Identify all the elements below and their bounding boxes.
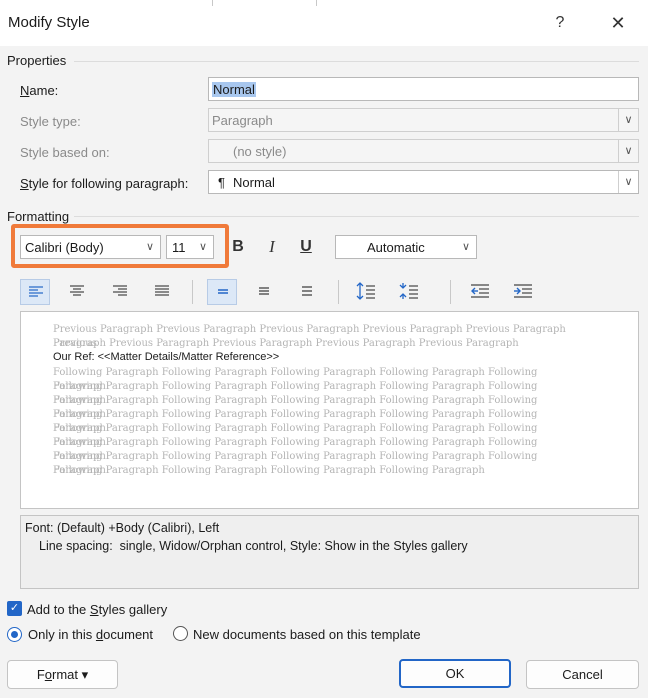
style-following-label: Style for following paragraph:	[20, 176, 189, 191]
description-line-1: Font: (Default) +Body (Calibri), Left	[25, 521, 220, 535]
help-button[interactable]: ?	[548, 10, 572, 36]
toolbar-separator	[450, 280, 451, 304]
style-following-value: Normal	[233, 175, 275, 190]
add-to-gallery-label: Add to the Styles gallery	[27, 602, 168, 617]
font-value: Calibri (Body)	[25, 240, 104, 255]
style-based-on-value: (no style)	[233, 144, 287, 159]
only-this-document-label: Only in this document	[28, 627, 154, 642]
preview-main-text: Our Ref: <<Matter Details/Matter Referen…	[53, 351, 280, 363]
only-this-document-radio[interactable]	[7, 627, 22, 642]
new-documents-radio[interactable]	[173, 626, 188, 641]
bold-button[interactable]: B	[224, 235, 252, 259]
align-right-icon[interactable]	[105, 279, 135, 305]
add-to-gallery-checkbox[interactable]: ✓	[7, 601, 22, 616]
cancel-button[interactable]: Cancel	[526, 660, 639, 689]
font-select[interactable]: Calibri (Body) ∨	[20, 235, 161, 259]
ok-button[interactable]: OK	[399, 659, 511, 688]
decrease-paragraph-spacing-icon[interactable]	[394, 279, 424, 305]
align-left-icon[interactable]	[20, 279, 50, 305]
double-spacing-icon[interactable]	[292, 279, 322, 305]
style-type-label: Style type:	[20, 114, 81, 129]
font-color-select[interactable]: Automatic ∨	[335, 235, 477, 259]
increase-indent-icon[interactable]	[508, 279, 538, 305]
style-based-on-select[interactable]: (no style) ∨	[208, 139, 639, 163]
name-label: Name:	[20, 83, 59, 98]
title-bar: Modify Style ? ✕	[0, 0, 648, 46]
font-size-select[interactable]: 11 ∨	[166, 235, 214, 259]
style-description-box: Font: (Default) +Body (Calibri), Left Li…	[20, 515, 639, 589]
chevron-down-icon: ∨	[461, 241, 471, 253]
justify-icon[interactable]	[147, 279, 177, 305]
toolbar-separator	[192, 280, 193, 304]
italic-button[interactable]: I	[258, 235, 286, 259]
caret-down-icon: ▾	[81, 667, 89, 682]
chevron-down-icon: ∨	[618, 171, 638, 193]
toolbar-separator	[338, 280, 339, 304]
properties-section-label: Properties	[7, 53, 67, 68]
chevron-down-icon: ∨	[198, 241, 208, 253]
name-value: Normal	[212, 82, 256, 97]
chevron-down-icon: ∨	[145, 241, 155, 253]
align-center-icon[interactable]	[62, 279, 92, 305]
close-button[interactable]: ✕	[604, 10, 632, 36]
dialog-title: Modify Style	[8, 14, 90, 31]
underline-button[interactable]: U	[292, 235, 320, 259]
properties-divider	[74, 61, 639, 62]
style-following-select[interactable]: ¶ Normal ∨	[208, 170, 639, 194]
style-type-value: Paragraph	[212, 113, 273, 128]
description-line-2: Line spacing: single, Widow/Orphan contr…	[39, 539, 468, 553]
decrease-indent-icon[interactable]	[465, 279, 495, 305]
paragraph-mark-icon: ¶	[218, 175, 225, 190]
one-half-spacing-icon[interactable]	[249, 279, 279, 305]
style-preview-pane: Previous Paragraph Previous Paragraph Pr…	[20, 311, 639, 509]
font-size-value: 11	[172, 240, 186, 255]
format-button[interactable]: Format ▾	[7, 660, 118, 689]
new-documents-label: New documents based on this template	[193, 627, 421, 642]
font-color-value: Automatic	[367, 240, 425, 255]
formatting-section-label: Formatting	[7, 209, 70, 224]
single-spacing-icon[interactable]	[207, 279, 237, 305]
style-based-on-label: Style based on:	[20, 145, 110, 160]
preview-previous-line: Paragraph Previous Paragraph Previous Pa…	[53, 338, 519, 349]
style-type-select[interactable]: Paragraph ∨	[208, 108, 639, 132]
background-tick	[316, 0, 317, 6]
formatting-divider	[74, 216, 639, 217]
increase-paragraph-spacing-icon[interactable]	[351, 279, 381, 305]
preview-following-line: Following Paragraph Following Paragraph …	[53, 465, 485, 476]
chevron-down-icon: ∨	[618, 109, 638, 131]
chevron-down-icon: ∨	[618, 140, 638, 162]
background-tick	[212, 0, 213, 6]
name-input[interactable]: Normal	[208, 77, 639, 101]
